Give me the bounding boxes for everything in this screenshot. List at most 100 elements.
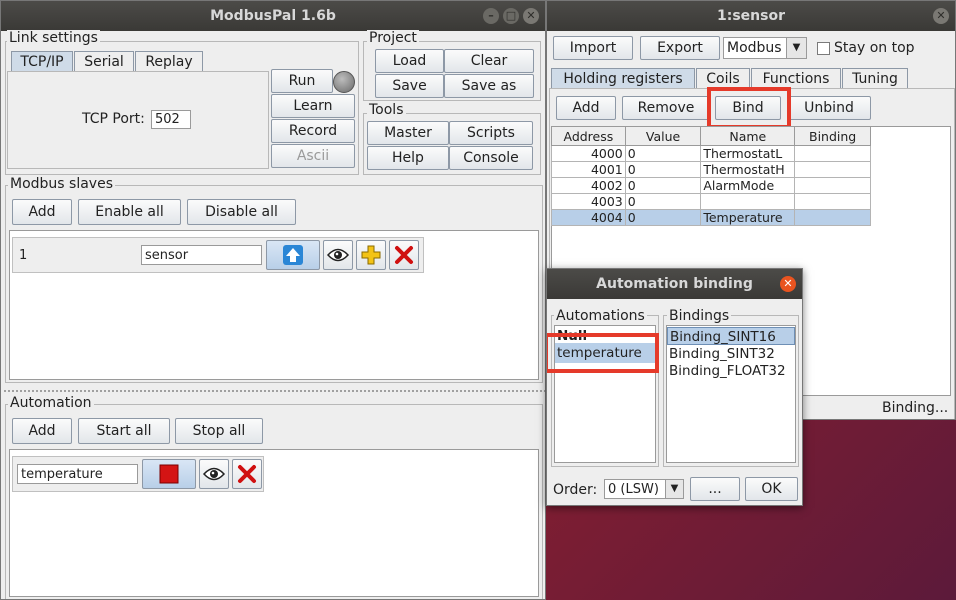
close-icon[interactable]: ✕ xyxy=(523,8,539,24)
slave-delete-button[interactable] xyxy=(389,240,419,270)
table-row[interactable]: 4000 0 ThermostatL xyxy=(551,145,871,162)
value-cell[interactable]: 0 xyxy=(624,177,702,194)
status-text: Binding... xyxy=(882,400,949,416)
name-cell[interactable] xyxy=(700,193,796,210)
name-cell[interactable]: AlarmMode xyxy=(700,177,796,194)
splitter[interactable] xyxy=(3,389,545,393)
name-cell[interactable]: Temperature xyxy=(700,209,796,226)
add-slave-button[interactable]: Add xyxy=(12,199,72,225)
record-button[interactable]: Record xyxy=(271,119,355,143)
value-cell[interactable]: 0 xyxy=(624,161,702,178)
binding-item-float32[interactable]: Binding_FLOAT32 xyxy=(667,362,786,380)
tab-serial[interactable]: Serial xyxy=(74,51,134,71)
minimize-icon[interactable]: – xyxy=(483,8,499,24)
table-row[interactable]: 4002 0 AlarmMode xyxy=(551,177,871,194)
slave-enable-button[interactable] xyxy=(266,240,320,270)
modbuspal-main-window: ModbusPal 1.6b – □ ✕ Link settings TCP/I… xyxy=(0,0,546,600)
export-button[interactable]: Export xyxy=(640,36,720,60)
table-row-selected[interactable]: 4004 0 Temperature xyxy=(551,209,871,226)
maximize-icon[interactable]: □ xyxy=(503,8,519,24)
bind-highlight-box xyxy=(707,87,791,129)
binding-item-sint32[interactable]: Binding_SINT32 xyxy=(667,345,775,363)
arrow-up-icon xyxy=(283,245,303,265)
slave-duplicate-button[interactable] xyxy=(356,240,386,270)
order-select-value: 0 (LSW) xyxy=(608,481,659,497)
binding-cell xyxy=(794,177,871,194)
address-cell: 4003 xyxy=(551,193,626,210)
stay-on-top-checkbox[interactable] xyxy=(817,42,830,55)
protocol-select[interactable]: Modbus ▼ xyxy=(723,37,807,59)
tab-holding-registers[interactable]: Holding registers xyxy=(551,68,695,88)
disable-all-button[interactable]: Disable all xyxy=(187,199,296,225)
save-as-button[interactable]: Save as xyxy=(444,74,534,98)
load-button[interactable]: Load xyxy=(375,49,444,73)
tab-tuning[interactable]: Tuning xyxy=(842,68,908,88)
delete-x-icon xyxy=(238,465,256,483)
start-all-button[interactable]: Start all xyxy=(78,418,170,444)
unbind-button[interactable]: Unbind xyxy=(787,96,871,120)
automation-view-button[interactable] xyxy=(199,459,229,489)
ok-button[interactable]: OK xyxy=(745,477,798,501)
close-icon[interactable]: ✕ xyxy=(780,276,796,292)
add-automation-button[interactable]: Add xyxy=(12,418,72,444)
automation-title: Automation xyxy=(8,395,94,411)
table-row[interactable]: 4001 0 ThermostatH xyxy=(551,161,871,178)
name-cell[interactable]: ThermostatH xyxy=(700,161,796,178)
slave-view-button[interactable] xyxy=(323,240,353,270)
column-header-binding[interactable]: Binding xyxy=(794,126,871,146)
eye-icon xyxy=(203,467,225,481)
automation-start-button[interactable] xyxy=(142,459,196,489)
chevron-down-icon: ▼ xyxy=(786,38,806,58)
binding-item-sint16[interactable]: Binding_SINT16 xyxy=(667,327,795,345)
slave-id: 1 xyxy=(19,248,28,263)
remove-register-button[interactable]: Remove xyxy=(622,96,710,120)
order-label: Order: xyxy=(553,482,598,498)
clear-button[interactable]: Clear xyxy=(444,49,534,73)
add-register-button[interactable]: Add xyxy=(556,96,616,120)
tcp-port-input[interactable]: 502 xyxy=(151,110,191,129)
master-button[interactable]: Master xyxy=(367,121,449,145)
enable-all-button[interactable]: Enable all xyxy=(78,199,181,225)
console-button[interactable]: Console xyxy=(449,146,533,170)
registers-table: Address Value Name Binding 4000 0 Thermo… xyxy=(551,126,871,226)
automation-delete-button[interactable] xyxy=(232,459,262,489)
name-cell[interactable]: ThermostatL xyxy=(700,145,796,162)
dialog-titlebar[interactable]: Automation binding ✕ xyxy=(547,269,802,299)
link-settings-title: Link settings xyxy=(7,30,100,46)
stop-all-button[interactable]: Stop all xyxy=(175,418,263,444)
import-button[interactable]: Import xyxy=(553,36,633,60)
binding-cell xyxy=(794,145,871,162)
table-row[interactable]: 4003 0 xyxy=(551,193,871,210)
help-button[interactable]: Help xyxy=(367,146,449,170)
binding-cell xyxy=(794,161,871,178)
slave-name-field[interactable]: sensor xyxy=(141,245,262,265)
order-select[interactable]: 0 (LSW) ▼ xyxy=(604,479,684,499)
tab-functions[interactable]: Functions xyxy=(751,68,841,88)
close-icon[interactable]: ✕ xyxy=(933,8,949,24)
automations-title: Automations xyxy=(554,308,647,324)
automation-binding-dialog: Automation binding ✕ Automations Null te… xyxy=(546,268,803,506)
tab-replay[interactable]: Replay xyxy=(135,51,203,71)
value-cell[interactable]: 0 xyxy=(624,209,702,226)
learn-button[interactable]: Learn xyxy=(271,94,355,118)
binding-cell xyxy=(794,209,871,226)
address-cell: 4004 xyxy=(551,209,626,226)
value-cell[interactable]: 0 xyxy=(624,193,702,210)
column-header-name[interactable]: Name xyxy=(700,126,796,146)
sensor-titlebar[interactable]: 1:sensor ✕ xyxy=(547,1,955,31)
main-window-title: ModbusPal 1.6b xyxy=(210,8,336,24)
tab-coils[interactable]: Coils xyxy=(696,68,750,88)
automation-name-field[interactable]: temperature xyxy=(17,464,138,484)
more-options-button[interactable]: ... xyxy=(690,477,740,501)
main-titlebar[interactable]: ModbusPal 1.6b – □ ✕ xyxy=(1,1,545,31)
tab-tcpip[interactable]: TCP/IP xyxy=(11,51,73,71)
ascii-button[interactable]: Ascii xyxy=(271,144,355,168)
save-button[interactable]: Save xyxy=(375,74,444,98)
sensor-window-title: 1:sensor xyxy=(717,8,785,24)
scripts-button[interactable]: Scripts xyxy=(449,121,533,145)
column-header-value[interactable]: Value xyxy=(624,126,702,146)
run-button[interactable]: Run xyxy=(271,69,333,93)
column-header-address[interactable]: Address xyxy=(551,126,626,146)
value-cell[interactable]: 0 xyxy=(624,145,702,162)
protocol-select-value: Modbus xyxy=(727,40,782,56)
